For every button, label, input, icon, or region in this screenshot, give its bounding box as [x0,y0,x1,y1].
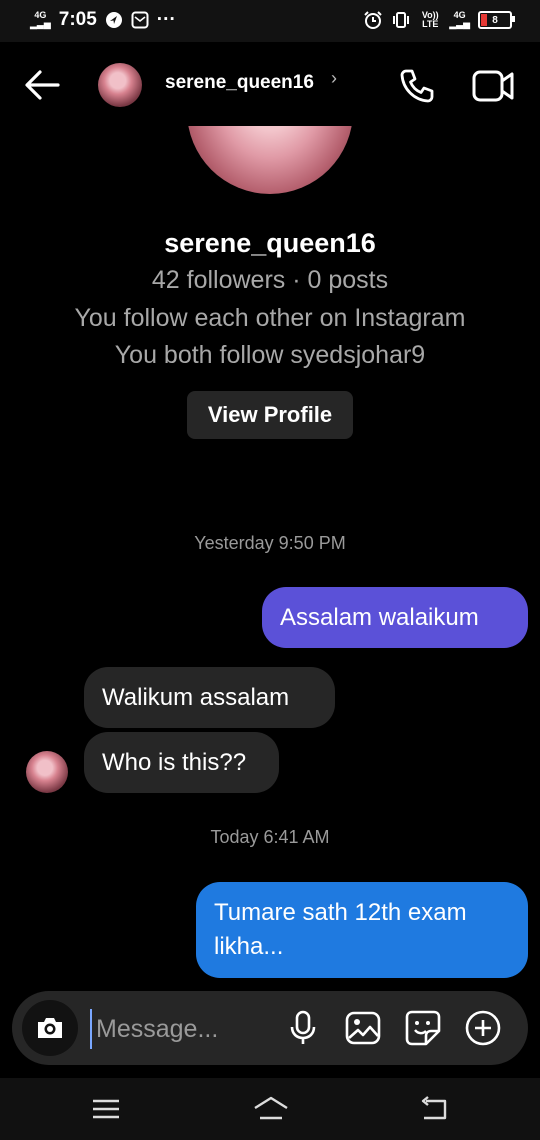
status-bar: 4G ▂▃▅ 7:05 ··· Vo)) LTE 4G ▂▃▅ 8 [0,0,540,42]
profile-username: serene_queen16 [164,228,376,258]
message-text: Tumare sath 12th exam likha... [214,899,467,960]
status-right: Vo)) LTE 4G ▂▃▅ 8 [363,10,515,30]
home-icon[interactable] [252,1094,290,1124]
vibrate-icon [393,12,410,28]
microphone-icon[interactable] [284,1009,322,1047]
battery-icon: 8 [478,11,515,29]
camera-icon [38,1018,62,1038]
message-text: Walikum assalam [102,683,290,711]
message-composer [12,991,528,1065]
sender-avatar[interactable] [26,751,68,793]
menu-icon[interactable] [90,1094,122,1124]
signal-icon: 4G ▂▃▅ [30,10,51,29]
back-nav-icon[interactable] [418,1094,450,1124]
more-notifications-icon: ··· [156,9,176,30]
battery-level: 8 [492,14,498,26]
incoming-message[interactable]: Walikum assalam [84,667,335,728]
mail-notification-icon [131,11,149,29]
sticker-icon[interactable] [404,1009,442,1047]
profile-stats: 42 followers · 0 posts [151,266,389,294]
signal-strength-icon: 4G ▂▃▅ [449,10,470,29]
gallery-icon[interactable] [344,1009,382,1047]
outgoing-message[interactable]: Tumare sath 12th exam likha... [196,882,528,978]
message-text: Who is this?? [102,748,247,776]
chat-header: serene_queen16 › [0,42,540,126]
outgoing-message[interactable]: Assalam walaikum [262,587,528,648]
message-text: Assalam walaikum [280,603,479,631]
chevron-right-icon[interactable]: › [331,68,337,89]
video-call-icon[interactable] [472,68,514,104]
header-avatar[interactable] [98,63,142,107]
message-input[interactable] [90,1009,278,1049]
alarm-icon [364,11,382,29]
volte-icon: Vo)) LTE [421,10,439,29]
back-arrow-icon[interactable] [22,66,62,104]
phone-call-icon[interactable] [398,67,436,105]
add-icon[interactable] [464,1009,502,1047]
status-left: 4G ▂▃▅ 7:05 ··· [30,9,176,31]
message-timestamp: Yesterday 9:50 PM [194,533,346,553]
message-timestamp: Today 6:41 AM [210,827,330,847]
navigation-app-icon [105,12,122,28]
view-profile-button[interactable]: View Profile [187,391,353,439]
camera-button[interactable] [22,1000,78,1056]
header-username[interactable]: serene_queen16 [165,72,314,94]
incoming-message[interactable]: Who is this?? [84,732,279,793]
both-follow-text: You both follow syedsjohar9 [114,341,426,369]
system-navigation-bar [0,1078,540,1140]
status-time: 7:05 [58,9,97,30]
mutual-follow-text: You follow each other on Instagram [74,304,466,332]
